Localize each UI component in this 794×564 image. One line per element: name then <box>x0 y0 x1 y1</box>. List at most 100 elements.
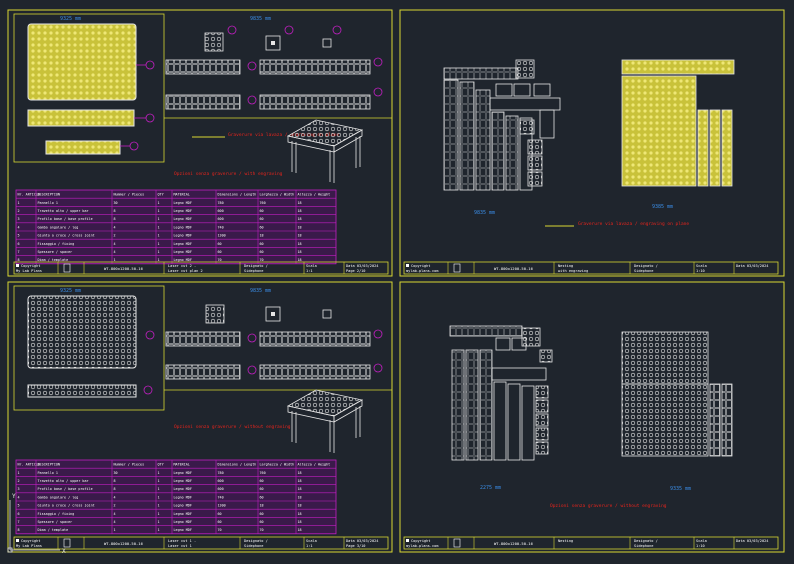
bom-cell: 3 <box>18 487 20 491</box>
scale-label: Scala <box>306 264 317 268</box>
engraved-side-panel <box>27 109 135 127</box>
bom-table: Nr. ARTICLEDESCRIPTION Nummer / Pieces QTY… <box>15 189 337 265</box>
engraved-short-panel <box>45 140 121 155</box>
bom-cell: 2 <box>18 209 20 213</box>
nested-panel <box>621 331 709 385</box>
bom-cell: 60 <box>218 512 222 516</box>
sheet-2: 9835 mm 9385 mm Graverure via lavaza / e… <box>399 9 785 277</box>
nested-parts-left <box>449 325 553 461</box>
bom-cell: 780 <box>218 201 224 205</box>
nested-panel <box>621 383 709 457</box>
scale-value: 1:1 <box>306 544 313 548</box>
bom-cell: 18 <box>298 528 302 532</box>
bom-header-cell: QTY <box>158 193 164 197</box>
bom-cell: Legno MDF <box>174 504 192 508</box>
scale-value: 1:10 <box>696 269 705 273</box>
bom-cell: 4 <box>114 512 116 516</box>
engraved-nested-panel <box>621 75 697 187</box>
bom-cell: 1300 <box>218 234 226 238</box>
bom-cell: 30 <box>114 471 118 475</box>
engraved-nested-bars <box>697 109 733 187</box>
nested-bars <box>709 383 733 457</box>
callout-text: Graverure via lavaza / engraving on plan… <box>578 221 689 227</box>
note-text: Opzioni senza graverure / with engraving <box>174 171 283 177</box>
bom-cell: 2 <box>114 504 116 508</box>
bom-cell: 18 <box>298 512 302 516</box>
bom-header-cell: Larghezza / Width <box>260 463 295 467</box>
bom-header-cell: Altezza / Height <box>298 463 331 467</box>
copyright-icon <box>16 539 19 542</box>
bom-cell: Legno MDF <box>174 487 192 491</box>
logo-icon <box>63 263 71 273</box>
bom-cell: 780 <box>218 471 224 475</box>
bom-cell: 4 <box>18 225 20 229</box>
bom-cell: 60 <box>260 225 264 229</box>
designer-name: Sidephone <box>244 269 263 273</box>
designer-label: Designato / <box>244 264 268 268</box>
bom-cell: Giunto a croce / cross joint <box>38 234 95 238</box>
dim-label-right: 9385 mm <box>652 204 673 210</box>
bom-cell: Travetto alto / upper bar <box>38 479 89 483</box>
bom-cell: 1 <box>18 471 20 475</box>
layer-name: Nesting <box>558 264 573 268</box>
bom-cell: 6 <box>18 242 20 246</box>
bom-cell: 1 <box>158 528 160 532</box>
engraved-top-panel <box>27 23 137 101</box>
title-block: Copyrightmylab-plans.com WT-800x1200-50-1… <box>403 536 779 550</box>
bom-cell: 60 <box>260 487 264 491</box>
bom-cell: 1 <box>158 242 160 246</box>
bom-header-cell: DESCRIPTION <box>38 463 60 467</box>
bom-cell: Travetto alto / upper bar <box>38 209 89 213</box>
bom-cell: 18 <box>298 520 302 524</box>
bom-cell: Gamba angolare / leg <box>38 225 79 229</box>
scale-label: Scala <box>306 539 317 543</box>
designer-label: Designato / <box>634 264 658 268</box>
bom-cell: 18 <box>260 504 264 508</box>
square-part <box>271 41 275 45</box>
bom-header-cell: MATERIAL <box>174 193 190 197</box>
dim-label-top: 9325 mm <box>60 16 81 22</box>
copyright-label: Copyright <box>411 264 430 268</box>
square-part <box>322 38 332 48</box>
bom-cell: 1 <box>18 201 20 205</box>
bom-header-cell: DESCRIPTION <box>38 193 60 197</box>
table-isometric <box>286 119 364 183</box>
bom-cell: Legno MDF <box>174 217 192 221</box>
note-text: Opzioni senza graverure / without engrav… <box>550 503 667 509</box>
bom-cell: Profilo base / base profile <box>38 487 93 491</box>
square-part <box>271 312 275 316</box>
bom-cell: Legno MDF <box>174 520 192 524</box>
sheet-4: 2275 mm 9335 mm Opzioni senza graverure … <box>399 281 785 553</box>
bom-cell: 60 <box>260 250 264 254</box>
part-marker <box>143 330 155 395</box>
bom-cell: Legno MDF <box>174 201 192 205</box>
ucs-x-label: X <box>62 548 66 555</box>
bom-cell: 18 <box>260 234 264 238</box>
bom-cell: 1 <box>158 209 160 213</box>
bom-cell: Legno MDF <box>174 479 192 483</box>
bom-cell: 1 <box>158 250 160 254</box>
dim-label-center: 9835 mm <box>250 16 271 22</box>
logo-icon <box>453 263 461 273</box>
bom-cell: 18 <box>298 209 302 213</box>
bom-cell: Legno MDF <box>174 471 192 475</box>
square-part <box>205 304 225 324</box>
bom-cell: 1 <box>158 495 160 499</box>
bom-cell: 70 <box>218 528 222 532</box>
bom-cell: 18 <box>298 225 302 229</box>
bom-cell: 18 <box>298 250 302 254</box>
cad-drawing-canvas[interactable]: 9325 mm 9835 mm Graverure via lavaza / e… <box>0 0 794 564</box>
title-block: CopyrightMy Lab Plans WT-800x1200-50-16 La… <box>13 536 389 550</box>
bom-cell: Spessore / spacer <box>38 520 73 524</box>
bom-cell: 18 <box>298 201 302 205</box>
bom-cell: Profilo base / base profile <box>38 217 93 221</box>
bom-cell: 8 <box>114 209 116 213</box>
bom-cell: 600 <box>218 217 224 221</box>
drawing-code: WT-800x1200-50-16 <box>104 266 144 271</box>
bom-cell: 60 <box>218 242 222 246</box>
drawing-code: WT-800x1200-50-16 <box>494 266 534 271</box>
layer-name: Laser cut 1 - <box>168 539 196 543</box>
bom-cell: 7 <box>18 250 20 254</box>
bom-cell: 1 <box>158 217 160 221</box>
designer-name: Sidephone <box>634 269 653 273</box>
